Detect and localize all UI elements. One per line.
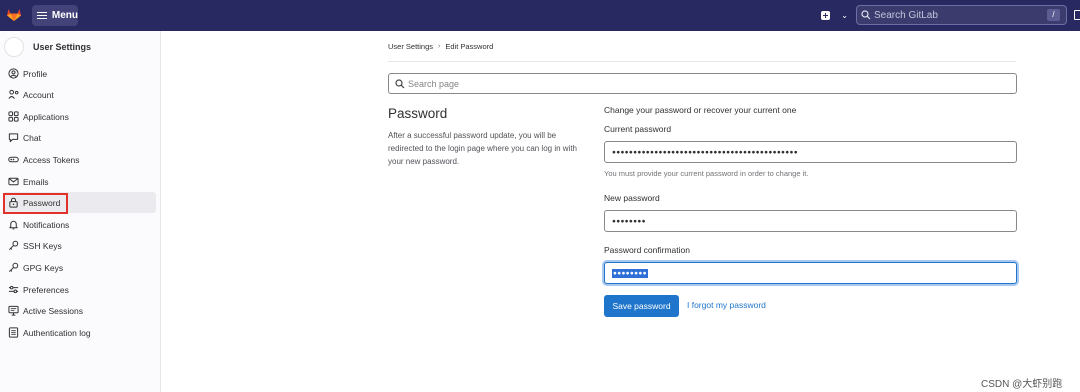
page-search-input[interactable] xyxy=(405,78,908,89)
sidebar-item-profile[interactable]: Profile xyxy=(3,63,156,84)
divider xyxy=(388,61,1016,62)
monitor-icon xyxy=(7,305,19,317)
applications-icon xyxy=(7,111,19,123)
avatar xyxy=(4,37,24,57)
new-password-value: ●●●●●●●● xyxy=(612,217,646,225)
sidebar-item-authentication-log[interactable]: Authentication log xyxy=(3,322,156,343)
breadcrumb-current[interactable]: Edit Password xyxy=(445,42,493,51)
menu-label: Menu xyxy=(51,10,78,21)
sidebar-item-account[interactable]: Account xyxy=(3,84,156,105)
key-icon xyxy=(7,262,19,274)
sidebar-context-header[interactable]: User Settings xyxy=(4,37,91,57)
hamburger-icon xyxy=(37,12,47,20)
account-icon xyxy=(7,89,19,101)
gitlab-logo-icon[interactable] xyxy=(6,6,22,22)
sidebar-item-notifications[interactable]: Notifications xyxy=(3,214,156,235)
sidebar-item-active-sessions[interactable]: Active Sessions xyxy=(3,300,156,321)
search-shortcut-badge: / xyxy=(1047,9,1060,21)
search-icon xyxy=(861,10,871,20)
profile-icon xyxy=(7,68,19,80)
global-search[interactable]: / xyxy=(856,5,1067,25)
sidebar-item-label: Authentication log xyxy=(23,327,91,338)
global-search-input[interactable] xyxy=(871,9,1039,21)
page-title: Password xyxy=(388,106,448,121)
sidebar-item-label: GPG Keys xyxy=(23,262,64,273)
search-icon xyxy=(395,78,405,88)
mail-icon xyxy=(7,176,19,188)
new-password-label: New password xyxy=(604,193,660,203)
page-search[interactable] xyxy=(388,73,1017,94)
notifications-icon xyxy=(7,219,19,231)
breadcrumb-parent[interactable]: User Settings xyxy=(388,42,433,51)
chat-icon xyxy=(7,132,19,144)
top-bar: Menu ⌄ / xyxy=(0,0,1080,31)
password-confirmation-label: Password confirmation xyxy=(604,245,690,255)
preferences-icon xyxy=(7,284,19,296)
forgot-password-link[interactable]: I forgot my password xyxy=(687,300,766,310)
sidebar-item-label: Account xyxy=(23,89,54,100)
sidebar: User Settings Profile Account Applicatio… xyxy=(0,31,161,392)
new-item-dropdown[interactable]: ⌄ xyxy=(821,8,848,23)
lock-icon xyxy=(7,197,19,209)
chevron-right-icon: › xyxy=(438,43,441,50)
window-icon[interactable] xyxy=(1074,10,1080,20)
sidebar-item-label: Emails xyxy=(23,176,49,187)
menu-button[interactable]: Menu xyxy=(32,5,78,26)
sidebar-item-label: Chat xyxy=(23,132,41,143)
watermark: CSDN @大虾别跑 xyxy=(981,379,1063,390)
sidebar-item-emails[interactable]: Emails xyxy=(3,171,156,192)
current-password-value: ●●●●●●●●●●●●●●●●●●●●●●●●●●●●●●●●●●●●●●●●… xyxy=(612,148,798,156)
password-confirmation-field[interactable]: ●●●●●●●● xyxy=(604,262,1017,284)
password-confirmation-value: ●●●●●●●● xyxy=(612,268,648,278)
sidebar-item-password[interactable]: Password xyxy=(3,192,156,213)
current-password-field[interactable]: ●●●●●●●●●●●●●●●●●●●●●●●●●●●●●●●●●●●●●●●●… xyxy=(604,141,1017,163)
sidebar-item-label: SSH Keys xyxy=(23,240,62,251)
log-icon xyxy=(7,327,19,339)
sidebar-item-label: Applications xyxy=(23,111,69,122)
chevron-down-icon: ⌄ xyxy=(841,10,848,20)
sidebar-item-label: Access Tokens xyxy=(23,154,80,165)
sidebar-item-gpg-keys[interactable]: GPG Keys xyxy=(3,257,156,278)
breadcrumb: User Settings › Edit Password xyxy=(388,42,493,51)
form-heading: Change your password or recover your cur… xyxy=(604,105,797,115)
current-password-help: You must provide your current password i… xyxy=(604,169,809,178)
new-password-field[interactable]: ●●●●●●●● xyxy=(604,210,1017,232)
sidebar-context-title: User Settings xyxy=(33,42,92,52)
sidebar-item-preferences[interactable]: Preferences xyxy=(3,279,156,300)
sidebar-item-label: Profile xyxy=(23,68,48,79)
sidebar-item-chat[interactable]: Chat xyxy=(3,127,156,148)
sidebar-item-ssh-keys[interactable]: SSH Keys xyxy=(3,235,156,256)
save-password-button[interactable]: Save password xyxy=(604,295,679,317)
sidebar-item-label: Active Sessions xyxy=(23,305,83,316)
sidebar-item-access-tokens[interactable]: Access Tokens xyxy=(3,149,156,170)
sidebar-item-applications[interactable]: Applications xyxy=(3,106,156,127)
token-icon xyxy=(7,154,19,166)
section-description: After a successful password update, you … xyxy=(388,131,578,166)
current-password-label: Current password xyxy=(604,124,672,134)
sidebar-item-label: Password xyxy=(23,197,61,208)
key-icon xyxy=(7,240,19,252)
sidebar-item-label: Preferences xyxy=(23,284,69,295)
plus-square-icon xyxy=(821,11,830,20)
sidebar-item-label: Notifications xyxy=(23,219,70,230)
